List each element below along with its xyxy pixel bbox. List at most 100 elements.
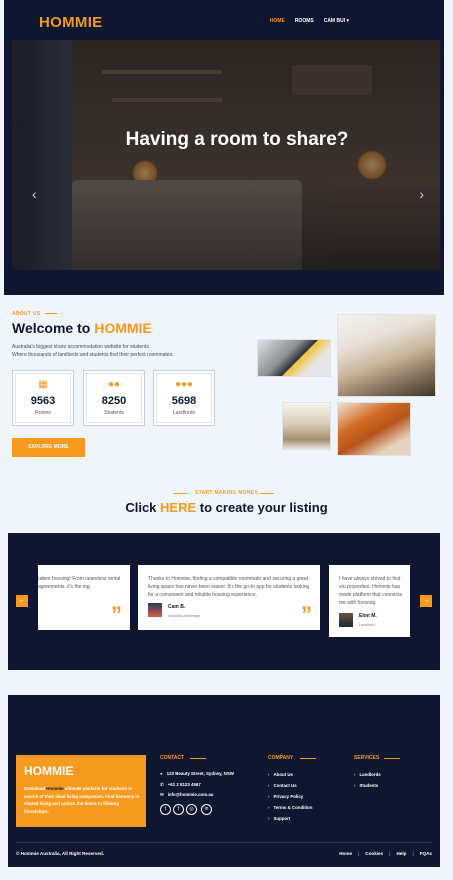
copyright: © Hommie Australia, All Right Reserved. <box>16 851 105 856</box>
footer-heading-line <box>384 758 400 759</box>
footer-bottom-links: Home | Cookies | Help | FQAs <box>339 851 432 856</box>
about-description: Australia's biggest share accommodation … <box>12 343 212 359</box>
nav-user-menu[interactable]: CAM BUI ▾ <box>324 18 349 24</box>
footer-divider <box>16 842 432 843</box>
footer-bottom-link-faqs[interactable]: FQAs <box>420 851 432 856</box>
main-nav: HOME ROOMS CAM BUI ▾ <box>270 18 349 24</box>
footer-link-label: Landlords <box>359 772 381 777</box>
building-icon: ▦ <box>38 379 48 390</box>
nav-rooms[interactable]: ROOMS <box>295 18 314 24</box>
testimonial-name: Cam B. <box>168 604 186 610</box>
testimonial-subtitle: Landlord <box>359 622 375 627</box>
testimonials-section: udent housing! From seamless rental agre… <box>8 533 440 670</box>
contact-address-text: 123 Beauty Street, Sydney, NSW <box>166 771 234 776</box>
link-separator: | <box>389 851 391 856</box>
testimonial-card: Thanks to Hommie, finding a compatible r… <box>138 565 320 630</box>
footer-link-contact[interactable]: › Contact Us <box>268 783 297 788</box>
footer-description: Download Hommie ultimate platform for st… <box>24 785 142 815</box>
caret-down-icon: ▾ <box>346 18 349 24</box>
footer-link-label: Students <box>359 783 379 788</box>
brand-logo[interactable]: HOMMIE <box>39 14 102 31</box>
testimonial-name: Elon M. <box>359 613 377 619</box>
users-icon: ●● <box>107 379 121 390</box>
group-icon: ●●● <box>174 379 194 390</box>
contact-email[interactable]: ✉ info@hommie.com.au <box>160 792 213 798</box>
stat-label: Students <box>104 410 124 416</box>
twitter-icon[interactable]: t <box>160 804 171 815</box>
facebook-icon[interactable]: f <box>173 804 184 815</box>
chevron-right-icon: › <box>354 783 356 788</box>
footer-brand: HOMMIE <box>24 764 74 778</box>
cta-tag-line <box>260 493 274 494</box>
testimonial-subtitle: Victoria University <box>168 613 200 618</box>
link-separator: | <box>412 851 414 856</box>
quote-icon: ” <box>301 602 312 627</box>
contact-phone-text: +61 2 8123 4567 <box>167 782 201 787</box>
about-tag: ABOUT US <box>12 311 41 317</box>
footer-desc-highlight: Hommie <box>46 786 64 791</box>
footer-link-support[interactable]: › Support <box>268 816 290 821</box>
avatar <box>148 603 162 617</box>
testimonial-text: udent housing! From seamless rental agre… <box>38 576 121 590</box>
room-photo <box>257 339 331 377</box>
footer-link-label: About Us <box>273 772 293 777</box>
cta-prefix: Click <box>125 500 157 515</box>
footer-bottom-link-help[interactable]: Help <box>396 851 406 856</box>
room-photo <box>282 402 331 450</box>
avatar <box>339 613 353 627</box>
stat-label: Landlords <box>173 410 195 416</box>
hero-carousel: Having a room to share? ‹ › <box>12 40 440 270</box>
footer-link-label: Contact Us <box>273 783 297 788</box>
room-photo <box>337 314 436 397</box>
quote-icon: ” <box>111 602 122 627</box>
mail-icon: ✉ <box>160 792 164 797</box>
contact-address: ● 123 Beauty Street, Sydney, NSW <box>160 771 234 776</box>
cta-here-link[interactable]: HERE <box>160 500 196 515</box>
stat-value: 8250 <box>101 395 127 407</box>
stat-value: 9563 <box>30 395 56 407</box>
top-navbar: HOMMIE HOME ROOMS CAM BUI ▾ <box>4 0 444 40</box>
explore-more-button[interactable]: EXPLORE MORE <box>12 438 85 457</box>
chevron-right-icon: › <box>268 772 270 777</box>
footer-link-privacy[interactable]: › Privacy Policy <box>268 794 303 799</box>
footer-link-students[interactable]: › Students <box>354 783 378 788</box>
footer-link-label: Privacy Policy <box>273 794 304 799</box>
footer-heading-line <box>300 758 316 759</box>
footer-bottom-link-cookies[interactable]: Cookies <box>365 851 383 856</box>
chevron-right-icon[interactable]: › <box>419 186 424 202</box>
footer: HOMMIE Download Hommie ultimate platform… <box>8 695 440 867</box>
stat-card-rooms: ▦ 9563 Rooms <box>12 370 74 426</box>
footer-desc-before: Download <box>24 786 45 791</box>
footer-link-about[interactable]: › About Us <box>268 772 293 777</box>
about-desc-line: Australia's biggest share accommodation … <box>12 344 151 350</box>
footer-link-label: Terms & Condition <box>273 805 313 810</box>
welcome-brand: HOMMIE <box>94 320 152 336</box>
footer-bottom-link-home[interactable]: Home <box>339 851 352 856</box>
arrow-left-icon[interactable]: ← <box>16 595 28 607</box>
nav-user-label: CAM BUI <box>323 18 346 24</box>
stat-value: 5698 <box>171 395 197 407</box>
welcome-heading: Welcome to HOMMIE <box>12 320 152 336</box>
hero-section: HOMMIE HOME ROOMS CAM BUI ▾ Having a roo… <box>4 0 444 295</box>
chevron-right-icon: › <box>268 816 270 821</box>
footer-services-heading: SERVICES <box>354 755 380 761</box>
instagram-icon[interactable]: ◎ <box>186 804 197 815</box>
stat-label: Rooms <box>35 410 51 416</box>
nav-home[interactable]: HOME <box>270 18 285 24</box>
hero-overlay <box>12 40 440 270</box>
chevron-right-icon: › <box>354 772 356 777</box>
cta-heading: Click HERE to create your listing <box>0 500 453 515</box>
footer-link-landlords[interactable]: › Landlords <box>354 772 381 777</box>
cta-suffix: to create your listing <box>199 500 328 515</box>
chevron-right-icon: › <box>268 805 270 810</box>
link-separator: | <box>358 851 360 856</box>
contact-email-text: info@hommie.com.au <box>167 792 214 797</box>
chevron-left-icon[interactable]: ‹ <box>32 186 37 202</box>
linkedin-icon[interactable]: in <box>201 804 212 815</box>
arrow-right-icon[interactable]: → <box>420 595 432 607</box>
footer-link-terms[interactable]: › Terms & Condition <box>268 805 312 810</box>
footer-contact-heading: CONTACT <box>160 755 185 761</box>
stat-card-landlords: ●●● 5698 Landlords <box>153 370 215 426</box>
room-photo <box>337 402 411 456</box>
welcome-prefix: Welcome to <box>12 320 91 336</box>
